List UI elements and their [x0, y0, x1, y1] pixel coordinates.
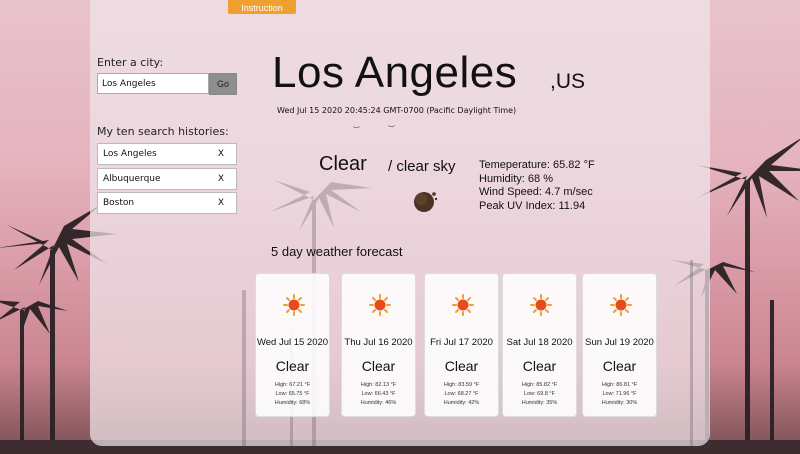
history-item-label: Los Angeles	[103, 149, 157, 159]
forecast-high: High: 86.81 °F	[601, 382, 638, 388]
bird-decoration: ︶	[353, 126, 360, 134]
forecast-high: High: 82.13 °F	[360, 382, 397, 388]
forecast-condition: Clear	[522, 358, 557, 374]
forecast-low: Low: 69.8 °F	[524, 391, 555, 397]
current-description: / clear sky	[388, 158, 456, 175]
forecast-low: Low: 66.43 °F	[361, 391, 396, 397]
temperature-text: Temeperature: 65.82 °F	[479, 159, 595, 171]
forecast-condition: Clear	[275, 358, 310, 374]
forecast-card: Thu Jul 16 2020 Clear High: 82.13 °F Low…	[341, 273, 416, 417]
forecast-card: Sat Jul 18 2020 Clear High: 85.82 °F Low…	[502, 273, 577, 417]
forecast-humidity: Humidity: 35%	[521, 400, 558, 406]
forecast-date: Thu Jul 16 2020	[344, 337, 413, 348]
forecast-humidity: Humidity: 46%	[360, 400, 397, 406]
history-remove-button[interactable]: X	[218, 149, 224, 159]
forecast-humidity: Humidity: 42%	[443, 400, 480, 406]
history-item[interactable]: Albuquerque X	[97, 168, 237, 190]
sun-icon	[610, 294, 632, 316]
current-condition: Clear	[319, 153, 367, 175]
history-remove-button[interactable]: X	[218, 198, 224, 208]
forecast-condition: Clear	[361, 358, 396, 374]
forecast-condition: Clear	[444, 358, 479, 374]
history-item[interactable]: Los Angeles X	[97, 143, 237, 165]
clear-night-moon-icon	[414, 192, 438, 212]
history-label: My ten search histories:	[97, 125, 229, 138]
go-button[interactable]: Go	[209, 73, 237, 95]
sun-icon	[530, 294, 552, 316]
history-item[interactable]: Boston X	[97, 192, 237, 214]
city-title: Los Angeles	[272, 48, 518, 97]
instruction-button[interactable]: Instruction	[228, 0, 296, 14]
current-datetime: Wed Jul 15 2020 20:45:24 GMT-0700 (Pacif…	[277, 106, 517, 115]
forecast-low: Low: 68.27 °F	[444, 391, 479, 397]
city-search-input[interactable]	[97, 73, 209, 94]
uv-index-text: Peak UV Index: 11.94	[479, 199, 586, 212]
history-item-label: Boston	[103, 198, 135, 208]
humidity-text: Humidity: 68 %	[479, 172, 553, 185]
bird-decoration: ︶	[388, 125, 395, 133]
forecast-date: Sun Jul 19 2020	[585, 337, 654, 348]
country-code: ,US	[550, 70, 586, 93]
forecast-high: High: 83.59 °F	[443, 382, 480, 388]
current-stats: Temeperature: 65.82 °F Humidity: 68 % Wi…	[479, 159, 595, 213]
forecast-card: Wed Jul 15 2020 Clear High: 67.21 °F Low…	[255, 273, 330, 417]
forecast-high: High: 85.82 °F	[521, 382, 558, 388]
history-remove-button[interactable]: X	[218, 174, 224, 184]
forecast-humidity: Humidity: 68%	[274, 400, 311, 406]
forecast-humidity: Humidity: 30%	[601, 400, 638, 406]
sun-icon	[283, 294, 305, 316]
forecast-low: Low: 65.75 °F	[275, 391, 310, 397]
city-input-label: Enter a city:	[97, 56, 164, 69]
forecast-card: Sun Jul 19 2020 Clear High: 86.81 °F Low…	[582, 273, 657, 417]
history-item-label: Albuquerque	[103, 174, 161, 184]
sun-icon	[452, 294, 474, 316]
forecast-date: Fri Jul 17 2020	[430, 337, 493, 348]
forecast-high: High: 67.21 °F	[274, 382, 311, 388]
forecast-date: Wed Jul 15 2020	[256, 337, 329, 348]
forecast-low: Low: 71.96 °F	[602, 391, 637, 397]
sun-icon	[369, 294, 391, 316]
forecast-title: 5 day weather forecast	[271, 244, 403, 259]
forecast-condition: Clear	[602, 358, 637, 374]
wind-speed-text: Wind Speed: 4.7 m/sec	[479, 186, 593, 198]
forecast-card: Fri Jul 17 2020 Clear High: 83.59 °F Low…	[424, 273, 499, 417]
forecast-date: Sat Jul 18 2020	[506, 337, 573, 348]
